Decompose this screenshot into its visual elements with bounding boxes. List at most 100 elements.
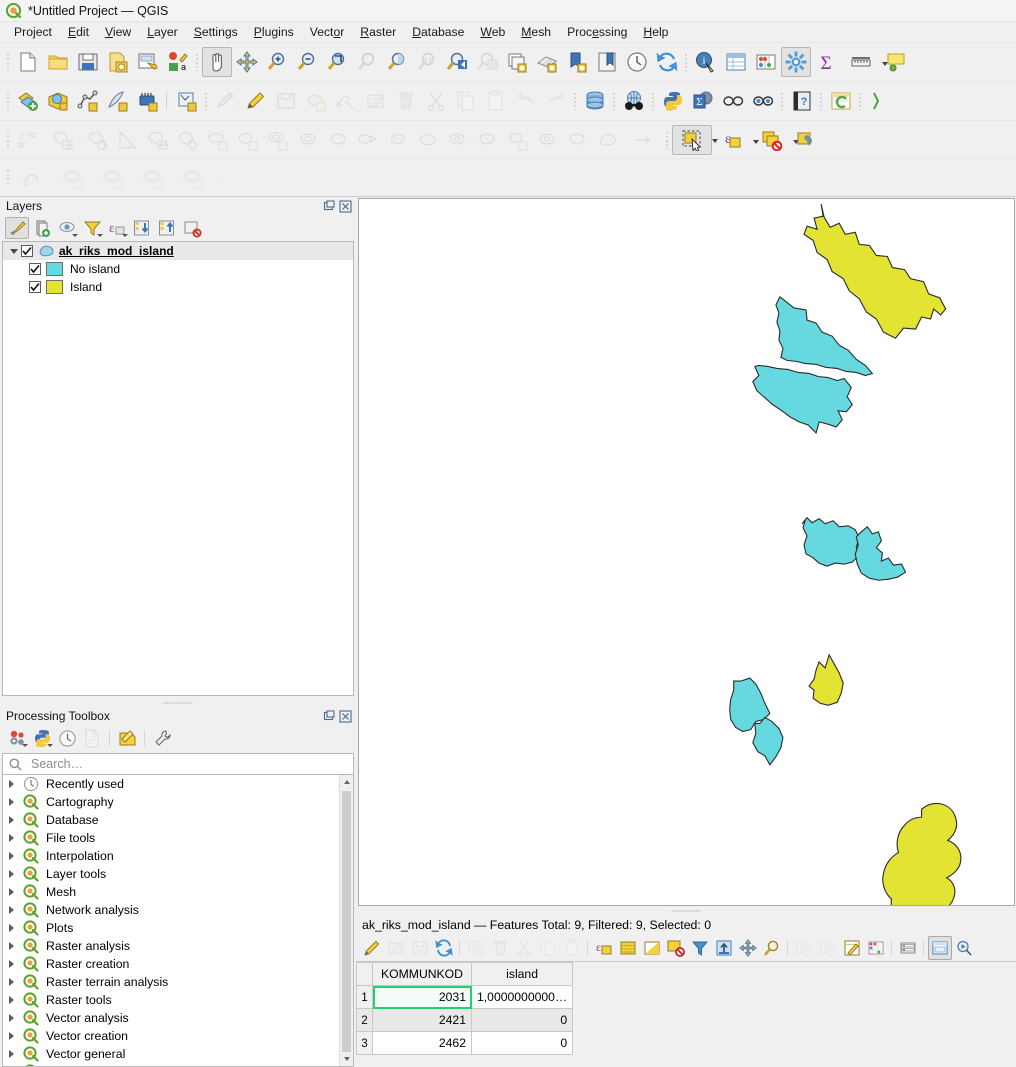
processing-group-vector-creation[interactable]: Vector creation	[3, 1027, 353, 1045]
split-features-icon[interactable]	[233, 125, 263, 155]
filter-icon[interactable]	[688, 936, 712, 960]
processing-group-raster-tools[interactable]: Raster tools	[3, 991, 353, 1009]
expander-icon[interactable]	[9, 852, 14, 860]
add-polygon-feature-icon[interactable]	[301, 86, 331, 116]
manage-layer-visibility-icon[interactable]	[55, 217, 79, 239]
temporal-controller-icon[interactable]	[622, 47, 652, 77]
expander-icon[interactable]	[9, 816, 14, 824]
pan-to-selection-icon[interactable]	[232, 47, 262, 77]
measure-tool-icon[interactable]	[113, 125, 143, 155]
select-by-location-icon[interactable]	[792, 125, 822, 155]
form-view-icon[interactable]	[928, 935, 952, 960]
toolbar-handle-2[interactable]	[193, 51, 202, 73]
processing-group-recently-used[interactable]: Recently used	[3, 775, 353, 793]
edit-model-icon[interactable]	[115, 727, 139, 749]
copy-features-icon[interactable]	[451, 86, 481, 116]
python-script-icon[interactable]	[30, 727, 54, 749]
expander-icon[interactable]	[9, 870, 14, 878]
processing-group-layer-tools[interactable]: Layer tools	[3, 865, 353, 883]
table-row[interactable]: 3 2462 0	[356, 1031, 574, 1055]
add-part-icon[interactable]	[503, 125, 533, 155]
toolbar-handle-9[interactable]	[778, 90, 787, 112]
layers-tree[interactable]: ak_riks_mod_island No island Island	[2, 241, 354, 696]
reshape-features-icon[interactable]	[173, 125, 203, 155]
delete-ring-icon[interactable]	[533, 125, 563, 155]
menu-edit[interactable]: Edit	[60, 23, 97, 41]
expander-icon[interactable]	[9, 1050, 14, 1058]
redo-icon[interactable]	[541, 86, 571, 116]
run-model-icon[interactable]	[5, 727, 29, 749]
history-icon[interactable]	[55, 727, 79, 749]
refresh-icon[interactable]	[652, 47, 682, 77]
toggle-editing-icon[interactable]	[360, 936, 384, 960]
processing-group-vector-geometry[interactable]: Vector geometry	[3, 1063, 353, 1066]
toolbar-handle-12[interactable]	[4, 129, 13, 151]
python-console-icon[interactable]	[658, 86, 688, 116]
database-manager-icon[interactable]	[580, 86, 610, 116]
cell-island[interactable]: 0	[470, 1031, 574, 1055]
search-input[interactable]	[29, 756, 347, 772]
measure-line-icon[interactable]	[841, 47, 888, 77]
merge-features-icon[interactable]	[293, 125, 323, 155]
legend-class-row-island[interactable]: Island	[3, 278, 353, 296]
zoom-next-icon[interactable]	[472, 47, 502, 77]
menu-help[interactable]: Help	[635, 23, 676, 41]
cut-features-icon[interactable]	[421, 86, 451, 116]
dock-splitter[interactable]	[0, 698, 356, 707]
chevron-down-icon[interactable]	[22, 744, 28, 747]
layout-manager-icon[interactable]	[592, 47, 622, 77]
expander-icon[interactable]	[9, 798, 14, 806]
expander-icon[interactable]	[9, 1032, 14, 1040]
class-visibility-checkbox[interactable]	[29, 263, 41, 275]
add-mesh-layer-icon[interactable]	[133, 86, 163, 116]
current-edits-icon[interactable]	[211, 86, 241, 116]
table-row[interactable]: 1 2031 1,0000000000…	[356, 985, 574, 1009]
expander-icon[interactable]	[9, 888, 14, 896]
offset-point-symbols-icon[interactable]	[383, 125, 413, 155]
menu-raster[interactable]: Raster	[352, 23, 404, 41]
toolbar-handle-13[interactable]	[663, 129, 672, 151]
text-annotation-icon[interactable]	[53, 163, 100, 193]
toolbar-handle[interactable]	[4, 51, 13, 73]
merge-attributes-icon[interactable]	[323, 125, 353, 155]
simplify-feature-icon[interactable]	[593, 125, 623, 155]
move-selection-to-top-icon[interactable]	[712, 936, 736, 960]
chevron-down-icon[interactable]	[122, 234, 128, 237]
expander-icon[interactable]	[9, 924, 14, 932]
feature-small-yellow[interactable]	[808, 653, 844, 706]
new-print-layout-icon[interactable]	[133, 47, 163, 77]
menu-processing[interactable]: Processing	[559, 23, 635, 41]
zoom-to-layer-icon[interactable]	[382, 47, 412, 77]
add-ring-icon[interactable]	[473, 125, 503, 155]
zoom-to-selection-icon[interactable]	[352, 47, 382, 77]
expander-toggle[interactable]	[7, 248, 21, 254]
menu-vector[interactable]: Vector	[302, 23, 353, 41]
chevron-down-icon[interactable]	[97, 234, 103, 237]
actions-icon[interactable]	[952, 936, 976, 960]
processing-group-file-tools[interactable]: File tools	[3, 829, 353, 847]
toolbar-handle-3[interactable]	[682, 51, 691, 73]
layer-visibility-checkbox[interactable]	[21, 245, 33, 257]
collapse-all-icon[interactable]	[155, 217, 179, 239]
reload-table-icon[interactable]	[432, 936, 456, 960]
processing-group-raster-creation[interactable]: Raster creation	[3, 955, 353, 973]
add-vector-layer-icon[interactable]	[13, 86, 43, 116]
scroll-down-arrow-icon[interactable]	[340, 1052, 353, 1066]
style-manager-icon[interactable]: a	[163, 47, 193, 77]
organize-columns-icon[interactable]	[896, 936, 920, 960]
scrollbar-thumb[interactable]	[342, 791, 351, 1066]
undock-icon[interactable]	[323, 709, 336, 723]
paste-icon[interactable]	[560, 936, 584, 960]
processing-algorithm-list[interactable]: Recently used Cartography Database File …	[2, 775, 354, 1067]
cell-island[interactable]: 0	[470, 1008, 574, 1032]
column-header-kommunkod[interactable]: KOMMUNKOD	[372, 962, 472, 986]
chevron-down-icon[interactable]	[72, 234, 78, 237]
layer-group-row[interactable]: ak_riks_mod_island	[3, 242, 353, 260]
menu-mesh[interactable]: Mesh	[513, 23, 559, 41]
field-calculator-icon[interactable]	[751, 47, 781, 77]
cell-kommunkod[interactable]: 2031	[372, 985, 472, 1009]
refresh-table-icon[interactable]	[826, 86, 856, 116]
annotation-icon[interactable]	[13, 163, 60, 193]
feature-northwest-cyan[interactable]	[775, 295, 874, 377]
add-raster-layer-icon[interactable]	[43, 86, 73, 116]
